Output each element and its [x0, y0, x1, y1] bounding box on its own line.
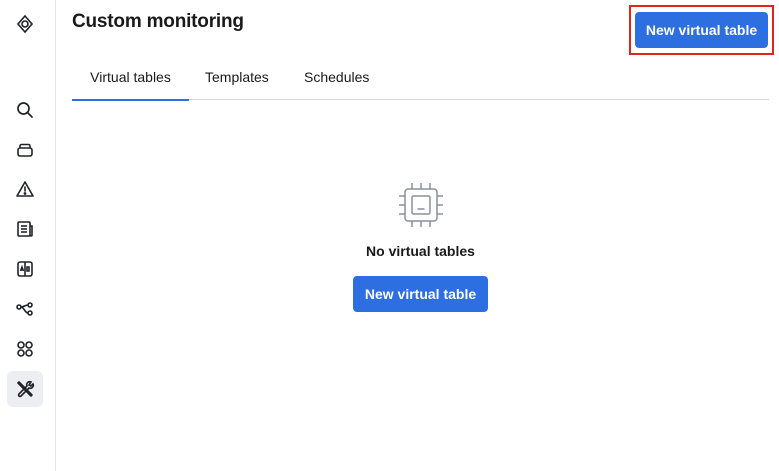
search-icon[interactable] [7, 92, 43, 128]
document-icon[interactable] [7, 211, 43, 247]
empty-new-virtual-table-button[interactable]: New virtual table [353, 276, 488, 312]
lineage-icon[interactable] [7, 291, 43, 327]
compare-icon[interactable] [7, 251, 43, 287]
tab-virtual-tables[interactable]: Virtual tables [72, 56, 189, 101]
sidebar [0, 0, 56, 471]
chip-icon [398, 182, 444, 228]
database-icon[interactable] [7, 132, 43, 168]
new-virtual-table-button[interactable]: New virtual table [635, 12, 768, 48]
tab-schedules[interactable]: Schedules [304, 56, 369, 100]
alert-icon[interactable] [7, 171, 43, 207]
tools-icon[interactable] [7, 371, 43, 407]
page-title: Custom monitoring [72, 11, 244, 32]
logo-icon[interactable] [7, 6, 43, 42]
tab-templates[interactable]: Templates [205, 56, 269, 100]
main-content: Custom monitoring New virtual table Virt… [56, 0, 779, 471]
tab-bar: Virtual tables Templates Schedules [72, 56, 769, 101]
apps-icon[interactable] [7, 331, 43, 367]
empty-state-title: No virtual tables [366, 243, 475, 259]
